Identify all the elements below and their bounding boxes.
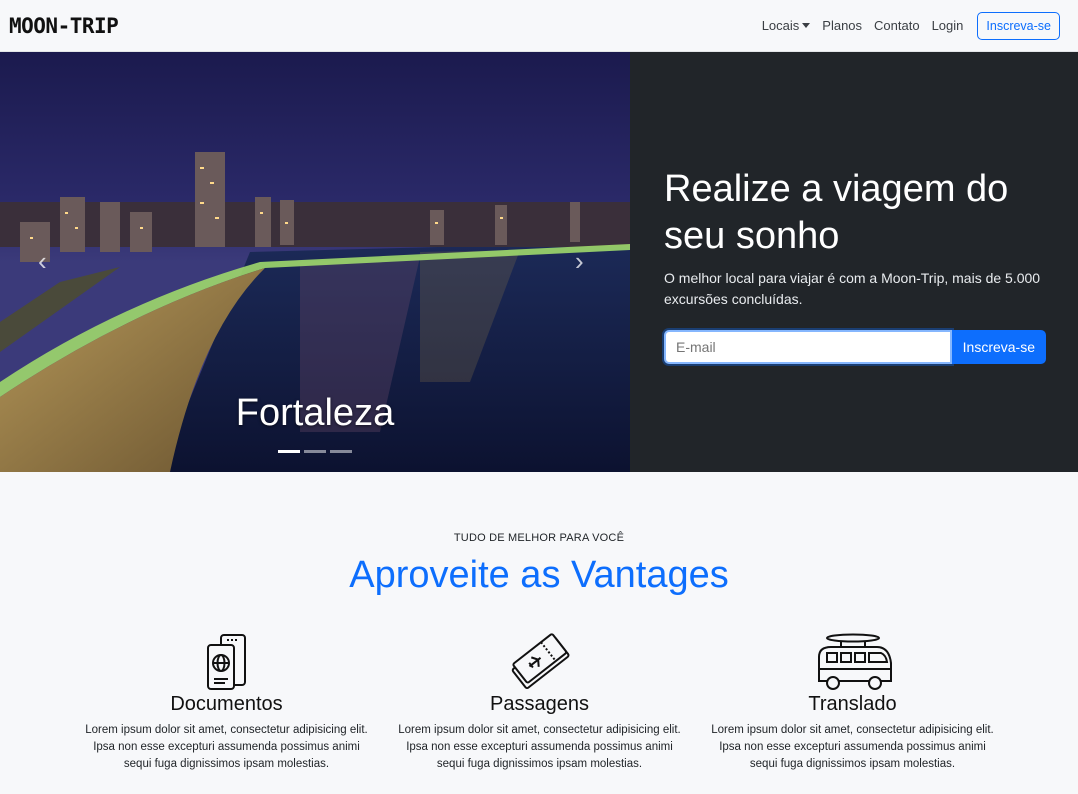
ticket-icon xyxy=(383,629,696,691)
feature-documentos: Documentos Lorem ipsum dolor sit amet, c… xyxy=(70,629,383,773)
email-input[interactable] xyxy=(664,330,952,364)
van-icon xyxy=(696,629,1009,691)
feature-translado: Translado Lorem ipsum dolor sit amet, co… xyxy=(696,629,1009,773)
feature-text: Lorem ipsum dolor sit amet, consectetur … xyxy=(711,724,994,770)
features-eyebrow: TUDO DE MELHOR PARA VOCÊ xyxy=(453,532,625,544)
carousel-indicator-3[interactable] xyxy=(330,450,352,453)
hero-title: Realize a viagem do seu sonho xyxy=(664,168,1009,257)
carousel-next-chevron-icon[interactable]: › xyxy=(575,248,584,274)
hero-section: Fortaleza ‹ › Realize a viagem do seu so… xyxy=(0,52,1078,472)
feature-text: Lorem ipsum dolor sit amet, consectetur … xyxy=(85,724,368,770)
feature-title: Documentos xyxy=(170,693,283,715)
feature-passagens: Passagens Lorem ipsum dolor sit amet, co… xyxy=(383,629,696,773)
nav-signup-button[interactable]: Inscreva-se xyxy=(977,11,1060,40)
passport-icon xyxy=(70,629,383,691)
hero-text: O melhor local para viajar é com a Moon-… xyxy=(664,270,1041,307)
carousel-caption: Fortaleza xyxy=(235,392,395,434)
nav-menu: Locais Planos Contato Login Inscreva-se xyxy=(750,11,1060,40)
carousel-indicator-1[interactable] xyxy=(278,450,300,453)
feature-title: Translado xyxy=(808,693,897,715)
features-title: Aproveite as Vantages xyxy=(349,554,729,596)
hero-signup-form: Inscreva-se xyxy=(664,330,1046,364)
nav-locais-label: Locais xyxy=(761,18,800,33)
nav-locais-dropdown[interactable]: Locais xyxy=(762,18,811,33)
hero-signup-button[interactable]: Inscreva-se xyxy=(951,330,1046,364)
carousel: Fortaleza ‹ › xyxy=(0,52,630,472)
feature-text: Lorem ipsum dolor sit amet, consectetur … xyxy=(398,724,681,770)
carousel-prev-chevron-icon[interactable]: ‹ xyxy=(38,248,47,274)
carousel-indicators xyxy=(0,450,630,453)
nav-contato[interactable]: Contato xyxy=(874,18,920,33)
caret-down-icon xyxy=(802,23,811,28)
carousel-indicator-2[interactable] xyxy=(304,450,326,453)
brand-logo[interactable]: MOON-TRIP xyxy=(9,14,119,38)
features-columns: Documentos Lorem ipsum dolor sit amet, c… xyxy=(70,629,1010,773)
feature-title: Passagens xyxy=(490,693,589,715)
navbar: MOON-TRIP Locais Planos Contato Login In… xyxy=(0,0,1078,52)
hero-panel: Realize a viagem do seu sonho O melhor l… xyxy=(630,52,1078,472)
nav-login[interactable]: Login xyxy=(932,18,964,33)
features-section: TUDO DE MELHOR PARA VOCÊ Aproveite as Va… xyxy=(0,472,1078,794)
nav-planos[interactable]: Planos xyxy=(822,18,862,33)
